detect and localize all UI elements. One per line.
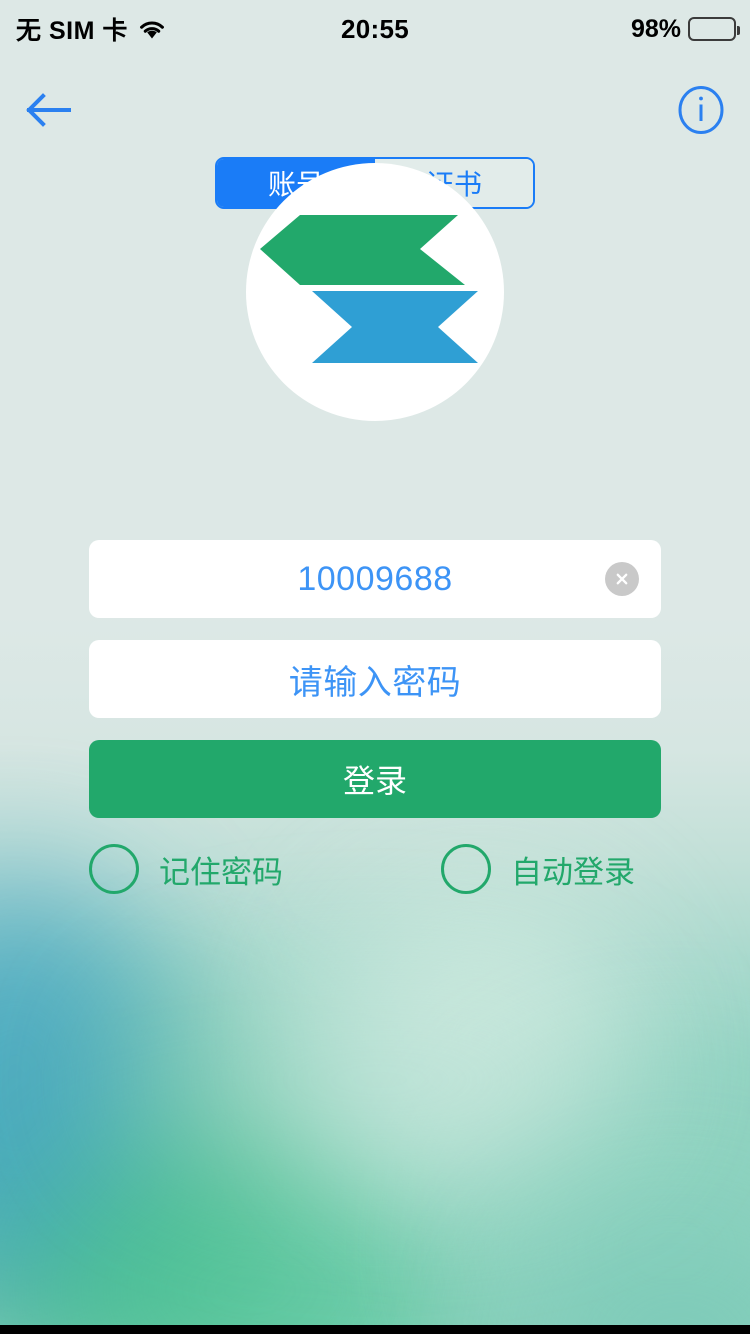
status-bar: 无 SIM 卡 20:55 98% (0, 0, 750, 58)
password-field[interactable]: 请输入密码 (89, 640, 661, 718)
battery-percent-label: 98% (630, 14, 681, 43)
login-button[interactable]: 登录 (89, 740, 661, 818)
nav-bar: 账号 证书 (0, 72, 750, 209)
username-value: 10009688 (297, 559, 453, 598)
status-bar-right: 98% (630, 0, 740, 58)
remember-password-checkbox[interactable] (89, 844, 139, 894)
back-button[interactable] (12, 78, 84, 142)
clear-circle-icon (616, 573, 628, 585)
battery-icon (688, 17, 740, 41)
logo-chevron-green (260, 215, 465, 285)
auto-login-option[interactable]: 自动登录 (441, 844, 635, 894)
logo-chevron-blue (312, 291, 478, 363)
remember-password-label: 记住密码 (159, 854, 283, 890)
info-button[interactable] (666, 78, 736, 142)
auto-login-label: 自动登录 (511, 854, 635, 890)
username-field[interactable]: 10009688 (89, 540, 661, 618)
login-form: 10009688 请输入密码 登录 记住密码 自动登录 (89, 540, 661, 894)
home-indicator-strip (0, 1325, 750, 1334)
login-screen: 无 SIM 卡 20:55 98% 账号 证书 10009688 请输入密码 登… (0, 0, 750, 1334)
auto-login-checkbox[interactable] (441, 844, 491, 894)
info-circle-icon (678, 86, 724, 134)
background-blob-teal (0, 880, 180, 1300)
back-arrow-icon (26, 93, 71, 127)
clear-username-button[interactable] (605, 562, 639, 596)
background-blob-bottom-right (520, 1230, 750, 1334)
background-blob-right (470, 1080, 750, 1334)
background-blob-mint (40, 1140, 460, 1334)
background-blob-green (0, 1020, 300, 1334)
password-placeholder: 请输入密码 (288, 663, 462, 702)
remember-password-option[interactable]: 记住密码 (89, 844, 441, 894)
app-logo (246, 163, 504, 421)
login-options: 记住密码 自动登录 (89, 844, 661, 894)
background-blob-highlight (330, 900, 630, 1180)
app-logo-mark (260, 215, 478, 363)
background-blob-wash (120, 980, 640, 1180)
